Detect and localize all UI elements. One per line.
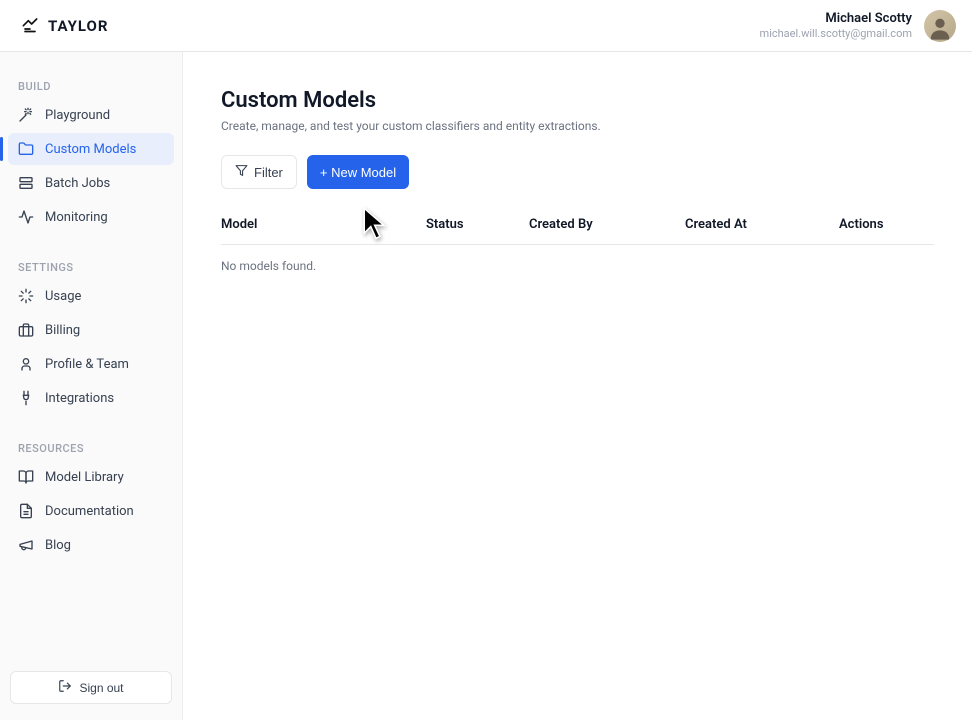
briefcase-icon bbox=[18, 322, 34, 338]
logout-icon bbox=[58, 679, 72, 696]
sign-out-label: Sign out bbox=[79, 681, 123, 695]
sign-out-button[interactable]: Sign out bbox=[10, 671, 172, 704]
column-header-created-at[interactable]: Created At bbox=[685, 217, 839, 232]
sidebar-item-playground[interactable]: Playground bbox=[8, 99, 174, 131]
sidebar-item-label: Integrations bbox=[45, 391, 114, 406]
user-email: michael.will.scotty@gmail.com bbox=[760, 27, 912, 40]
sidebar-item-documentation[interactable]: Documentation bbox=[8, 495, 174, 527]
plug-icon bbox=[18, 390, 34, 406]
column-header-status[interactable]: Status bbox=[426, 217, 529, 232]
avatar[interactable] bbox=[924, 10, 956, 42]
sidebar-item-label: Usage bbox=[45, 289, 81, 304]
sidebar-item-batch-jobs[interactable]: Batch Jobs bbox=[8, 167, 174, 199]
app-header: TAYLOR Michael Scotty michael.will.scott… bbox=[0, 0, 972, 52]
section-label-settings: SETTINGS bbox=[8, 253, 174, 280]
sidebar-item-label: Custom Models bbox=[45, 142, 136, 157]
filter-label: Filter bbox=[254, 165, 283, 180]
wand-icon bbox=[18, 107, 34, 123]
sidebar-item-custom-models[interactable]: Custom Models bbox=[8, 133, 174, 165]
sidebar-item-label: Monitoring bbox=[45, 210, 108, 225]
sidebar-item-model-library[interactable]: Model Library bbox=[8, 461, 174, 493]
sidebar: BUILD Playground Custom Models bbox=[0, 52, 183, 720]
sidebar-item-blog[interactable]: Blog bbox=[8, 529, 174, 561]
brand-logo[interactable]: TAYLOR bbox=[20, 14, 109, 38]
column-header-model[interactable]: Model bbox=[221, 217, 426, 232]
user-menu[interactable]: Michael Scotty michael.will.scotty@gmail… bbox=[760, 10, 956, 42]
brand-name: TAYLOR bbox=[48, 17, 109, 35]
column-header-created-by[interactable]: Created By bbox=[529, 217, 685, 232]
sidebar-item-label: Batch Jobs bbox=[45, 176, 110, 191]
megaphone-icon bbox=[18, 537, 34, 553]
main-content: Custom Models Create, manage, and test y… bbox=[183, 52, 972, 720]
sidebar-item-label: Documentation bbox=[45, 504, 134, 519]
page-title: Custom Models bbox=[221, 88, 934, 113]
toolbar: Filter + New Model bbox=[221, 155, 934, 189]
new-model-label: + New Model bbox=[320, 165, 396, 180]
sidebar-item-usage[interactable]: Usage bbox=[8, 280, 174, 312]
filter-button[interactable]: Filter bbox=[221, 155, 297, 189]
layers-icon bbox=[18, 175, 34, 191]
column-header-actions: Actions bbox=[839, 217, 934, 232]
section-label-build: BUILD bbox=[8, 72, 174, 99]
section-label-resources: RESOURCES bbox=[8, 434, 174, 461]
folder-icon bbox=[18, 141, 34, 157]
sidebar-item-monitoring[interactable]: Monitoring bbox=[8, 201, 174, 233]
sidebar-item-label: Profile & Team bbox=[45, 357, 129, 372]
logo-icon bbox=[20, 14, 40, 38]
table-header: Model Status Created By Created At Actio… bbox=[221, 217, 934, 245]
sidebar-item-label: Billing bbox=[45, 323, 80, 338]
user-icon bbox=[18, 356, 34, 372]
filter-icon bbox=[235, 164, 248, 180]
user-name: Michael Scotty bbox=[760, 11, 912, 27]
page-subtitle: Create, manage, and test your custom cla… bbox=[221, 119, 934, 133]
new-model-button[interactable]: + New Model bbox=[307, 155, 409, 189]
sidebar-item-integrations[interactable]: Integrations bbox=[8, 382, 174, 414]
file-text-icon bbox=[18, 503, 34, 519]
sidebar-item-label: Blog bbox=[45, 538, 71, 553]
empty-state: No models found. bbox=[221, 245, 934, 287]
book-icon bbox=[18, 469, 34, 485]
sidebar-item-profile-team[interactable]: Profile & Team bbox=[8, 348, 174, 380]
sidebar-item-label: Playground bbox=[45, 108, 110, 123]
sidebar-item-billing[interactable]: Billing bbox=[8, 314, 174, 346]
sidebar-item-label: Model Library bbox=[45, 470, 124, 485]
activity-icon bbox=[18, 209, 34, 225]
gauge-icon bbox=[18, 288, 34, 304]
